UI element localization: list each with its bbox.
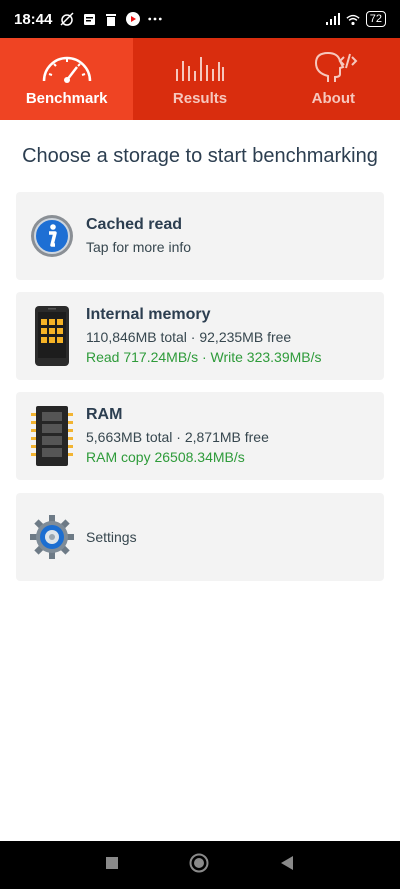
tab-label: Benchmark	[25, 90, 108, 107]
back-button[interactable]	[280, 855, 294, 875]
tab-results[interactable]: Results	[133, 38, 266, 120]
play-icon	[126, 12, 141, 26]
phone-icon	[30, 305, 74, 367]
battery-indicator: 72	[365, 11, 386, 27]
tab-label: Results	[172, 90, 228, 107]
card-title: Cached read	[86, 215, 183, 233]
status-bar: 18:44 72	[0, 0, 400, 38]
card-settings[interactable]: Settings	[16, 493, 384, 581]
card-internal-memory[interactable]: Internal memory 110,846MB total · 92,235…	[16, 292, 384, 380]
card-ram[interactable]: RAM 5,663MB total · 2,871MB free RAM cop…	[16, 392, 384, 480]
tab-label: About	[311, 90, 355, 107]
ram-chip-icon	[30, 405, 74, 467]
wifi-icon	[346, 12, 360, 26]
card-subtitle: Tap for more info	[86, 238, 192, 255]
tab-benchmark[interactable]: Benchmark	[0, 38, 134, 120]
system-nav-bar	[0, 841, 400, 889]
card-speed: Read 717.24MB/s · Write 323.39MB/s	[86, 348, 322, 365]
info-icon	[30, 205, 74, 267]
card-capacity: 110,846MB total · 92,235MB free	[86, 328, 292, 345]
settings-label: Settings	[86, 529, 137, 545]
tab-bar: Benchmark Results About	[0, 38, 400, 120]
card-speed: RAM copy 26508.34MB/s	[86, 448, 245, 465]
page-title: Choose a storage to start benchmarking	[22, 145, 378, 167]
message-icon	[82, 12, 96, 26]
alarm-off-icon	[60, 12, 74, 26]
card-capacity: 5,663MB total · 2,871MB free	[86, 428, 269, 445]
gear-icon	[30, 506, 74, 568]
recents-button[interactable]	[105, 856, 118, 874]
card-title: RAM	[86, 405, 123, 423]
head-code-icon	[315, 51, 358, 82]
speedometer-icon	[42, 56, 91, 83]
card-title: Internal memory	[86, 305, 211, 323]
tab-about[interactable]: About	[267, 38, 400, 120]
signal-icon	[325, 12, 340, 26]
more-dots-icon	[148, 12, 163, 26]
bars-icon	[175, 57, 224, 81]
trash-icon	[104, 12, 118, 26]
home-button[interactable]	[189, 853, 209, 878]
status-time: 18:44	[14, 10, 53, 28]
card-cached-read[interactable]: Cached read Tap for more info	[16, 192, 384, 280]
